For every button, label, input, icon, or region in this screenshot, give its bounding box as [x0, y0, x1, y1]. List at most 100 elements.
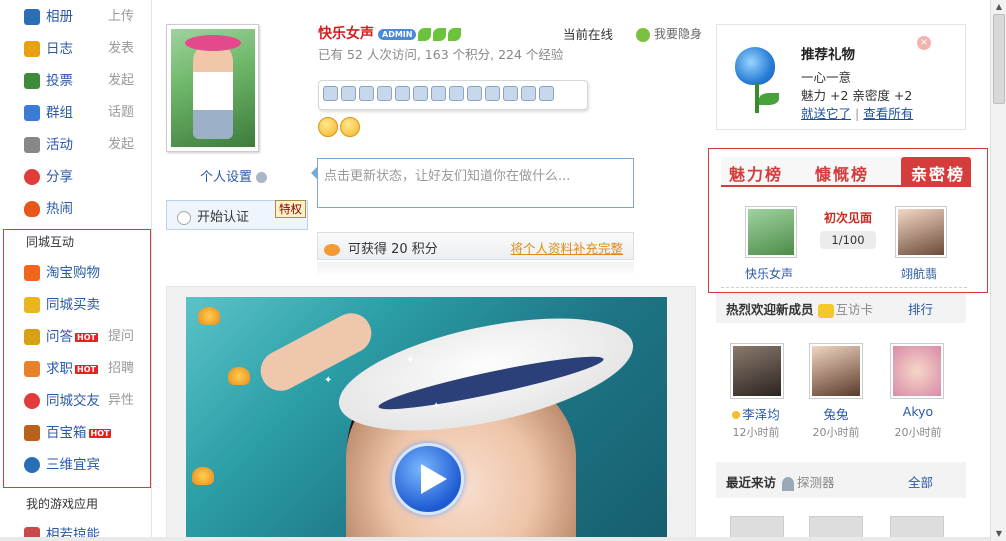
local-section-title: 同城互动 [26, 235, 75, 249]
sidebar-item-taobao[interactable]: 淘宝购物 [24, 262, 100, 284]
sidebar-item-groups[interactable]: 群组 [24, 102, 73, 124]
visit-card-link[interactable]: 互访卡 [817, 302, 874, 318]
treasure-icon [24, 425, 40, 441]
member-join-time: 12小时前 [732, 426, 780, 439]
points-text: 可获得 20 积分 [348, 242, 438, 257]
journal-icon [24, 41, 40, 57]
right-column: 推荐礼物 × 一心一意 魅力 +2 亲密度 +2 就送它了 | 查看所有 魅力榜… [706, 0, 1006, 541]
sidebar-action-upload[interactable]: 上传 [108, 6, 134, 28]
divider [721, 287, 967, 288]
scroll-up-icon[interactable]: ▲ [991, 0, 1006, 14]
ranking-tabs: 魅力榜 慷慨榜 亲密榜 [721, 157, 971, 187]
start-certification-button[interactable]: 开始认证 特权 [166, 200, 308, 230]
job-icon [24, 361, 40, 377]
user-icon[interactable] [377, 86, 392, 101]
close-icon[interactable]: × [917, 36, 931, 50]
mail-icon[interactable] [485, 86, 500, 101]
ranking-left-name[interactable]: 快乐女声 [745, 265, 793, 282]
phone-icon[interactable] [503, 86, 518, 101]
scrollbar-thumb[interactable] [993, 14, 1005, 104]
view-all-visitors-link[interactable]: 全部 [908, 472, 933, 491]
sidebar-action-opposite-sex[interactable]: 异性 [108, 390, 134, 412]
avatar[interactable] [895, 206, 947, 258]
tab-generous-rank[interactable]: 慷慨榜 [815, 161, 869, 185]
gift-effect: 魅力 +2 亲密度 +2 [801, 88, 913, 103]
visit-card-label: 互访卡 [835, 302, 874, 317]
new-members-panel: 热烈欢迎新成员 互访卡 排行 李泽均 兔兔 Akyo 12小时前 20小时前 20小… [716, 293, 966, 443]
profile-avatar[interactable] [166, 24, 259, 152]
sidebar-action-post[interactable]: 发表 [108, 38, 134, 60]
avatar[interactable] [890, 343, 944, 399]
member-name[interactable]: 兔兔 [806, 404, 866, 423]
sidebar-item-3d-yibin[interactable]: 三维宜宾 [24, 454, 100, 476]
avatar[interactable] [809, 343, 863, 399]
horizontal-scrollbar[interactable] [0, 537, 990, 541]
sidebar-item-local-trade[interactable]: 同城买卖 [24, 294, 100, 316]
play-button[interactable] [392, 443, 464, 515]
factory-icon[interactable] [431, 86, 446, 101]
invisible-mode-link[interactable]: 我要隐身 [636, 25, 702, 42]
vertical-scrollbar[interactable]: ▲ ▼ [990, 0, 1006, 541]
sidebar-item-trending[interactable]: 热闹 [24, 198, 73, 220]
card-icon[interactable] [323, 86, 338, 101]
personal-settings-link[interactable]: 个人设置 [200, 166, 268, 185]
smile-emoji-icon[interactable] [340, 117, 360, 137]
sidebar-item-qa[interactable]: 问答 HOT [24, 326, 98, 348]
settings-label: 个人设置 [200, 170, 253, 185]
sidebar-item-dating[interactable]: 同城交友 [24, 390, 100, 412]
house-icon[interactable] [341, 86, 356, 101]
view-all-gifts-link[interactable]: 查看所有 [863, 106, 913, 121]
member-name[interactable]: 李泽均 [726, 404, 786, 423]
sidebar-item-events[interactable]: 活动 [24, 134, 73, 156]
avatar[interactable] [745, 206, 797, 258]
tongue-emoji-icon[interactable] [318, 117, 338, 137]
sidebar-item-label: 淘宝购物 [46, 265, 100, 281]
sidebar-item-photos[interactable]: 相册 [24, 6, 73, 28]
penguin-icon[interactable] [449, 86, 464, 101]
coin-icon [324, 243, 340, 256]
profile-name[interactable]: 快乐女声 ADMIN [318, 23, 462, 43]
sidebar-action-start-vote[interactable]: 发起 [108, 70, 134, 92]
sidebar-action-topic[interactable]: 话题 [108, 102, 134, 124]
certification-icon [177, 210, 191, 225]
profile-card-icon[interactable] [359, 86, 374, 101]
building-icon[interactable] [413, 86, 428, 101]
webcam-icon[interactable] [539, 86, 554, 101]
friends-icon[interactable] [467, 86, 482, 101]
robot-icon[interactable] [521, 86, 536, 101]
sidebar-item-treasure[interactable]: 百宝箱 HOT [24, 422, 112, 444]
complete-profile-link[interactable]: 将个人资料补充完整 [510, 238, 623, 257]
sidebar-item-journal[interactable]: 日志 [24, 38, 73, 60]
sidebar-action-ask[interactable]: 提问 [108, 326, 134, 348]
ranking-link[interactable]: 排行 [908, 299, 933, 318]
taobao-icon [24, 265, 40, 281]
featured-video-frame: ✦ ✦ ✦ [166, 286, 696, 541]
ranking-panel: 魅力榜 慷慨榜 亲密榜 初次见面 1/100 快乐女声 翊航翡 [708, 148, 988, 293]
tab-intimacy-rank[interactable]: 亲密榜 [901, 157, 971, 187]
featured-video-thumbnail[interactable]: ✦ ✦ ✦ [186, 297, 667, 541]
send-gift-link[interactable]: 就送它了 [801, 106, 851, 121]
photo-icon [24, 9, 40, 25]
avatar[interactable] [730, 343, 784, 399]
home-icon[interactable] [395, 86, 410, 101]
scroll-down-icon[interactable]: ▼ [991, 527, 1006, 541]
detector-label: 探测器 [797, 475, 835, 490]
hide-label: 我要隐身 [654, 27, 703, 41]
member-name[interactable]: Akyo [888, 404, 948, 419]
sidebar-item-label: 三维宜宾 [46, 457, 100, 473]
visitors-title: 最近来访 [726, 475, 777, 490]
first-meet-label: 初次见面 [824, 211, 873, 225]
sidebar-item-vote[interactable]: 投票 [24, 70, 73, 92]
sidebar-action-recruit[interactable]: 招聘 [108, 358, 134, 380]
member-join-time: 20小时前 [812, 426, 860, 439]
sidebar-action-start-event[interactable]: 发起 [108, 134, 134, 156]
detector-link[interactable]: 探测器 [782, 475, 835, 491]
gift-links: 就送它了 | 查看所有 [801, 103, 913, 122]
sidebar-item-jobs[interactable]: 求职 HOT [24, 358, 98, 380]
status-input[interactable]: 点击更新状态，让好友们知道你在做什么... [311, 158, 634, 208]
hot-badge: HOT [75, 364, 98, 374]
ranking-right-name[interactable]: 翊航翡 [901, 265, 937, 282]
blue-rose-icon[interactable] [731, 47, 793, 115]
tab-charm-rank[interactable]: 魅力榜 [729, 161, 783, 185]
sidebar-item-share[interactable]: 分享 [24, 166, 73, 188]
